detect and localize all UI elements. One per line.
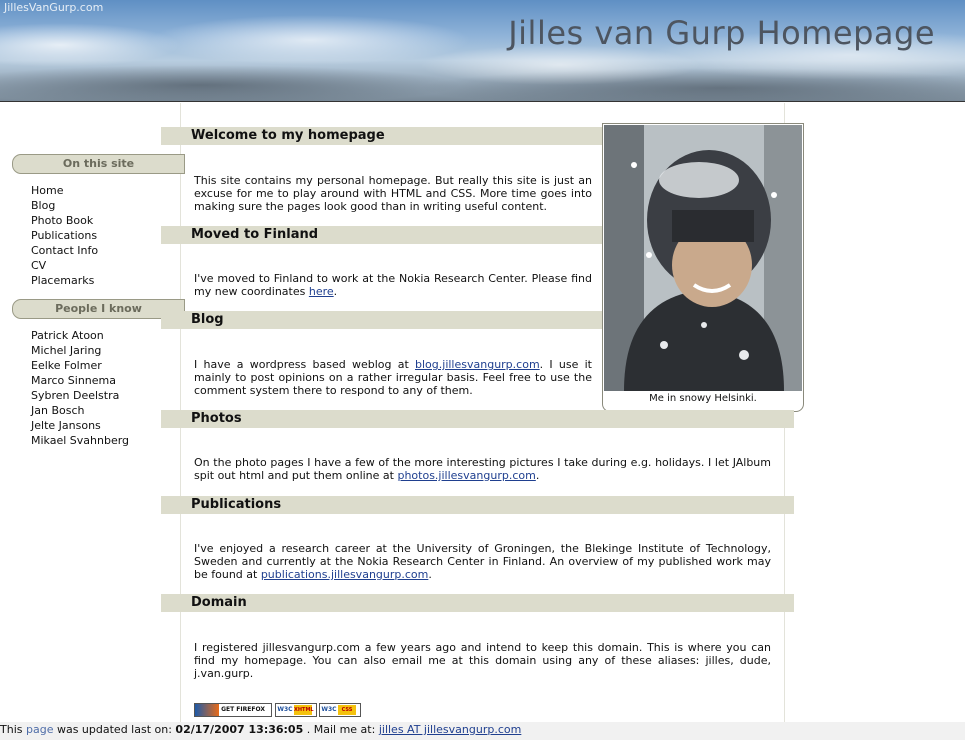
sidebar-item-contact-info[interactable]: Contact Info xyxy=(31,243,98,258)
footer-prefix: This xyxy=(0,723,26,736)
sidebar-item-blog[interactable]: Blog xyxy=(31,198,98,213)
photos-text-after: . xyxy=(535,469,540,482)
publications-link[interactable]: publications.jillesvangurp.com xyxy=(261,568,429,581)
section-text-welcome: This site contains my personal homepage.… xyxy=(194,174,592,213)
css-badge-label: CSS xyxy=(338,705,356,715)
blog-text-before: I have a wordpress based weblog at xyxy=(194,358,416,371)
footer-middle: was updated last on: xyxy=(53,723,176,736)
blog-link[interactable]: blog.jillesvangurp.com xyxy=(415,358,540,371)
finland-here-link[interactable]: here xyxy=(309,285,334,298)
sidebar-heading-people: People I know xyxy=(12,299,185,319)
section-text-blog: I have a wordpress based weblog at blog.… xyxy=(194,358,592,397)
w3c-logo-xhtml: W3C xyxy=(277,706,293,713)
footer-mail-prefix: . Mail me at: xyxy=(303,723,379,736)
sidebar-person-link[interactable]: Patrick Atoon xyxy=(31,328,129,343)
section-heading-welcome: Welcome to my homepage xyxy=(161,127,602,145)
photo-caption: Me in snowy Helsinki. xyxy=(649,393,757,404)
sidebar-person-link[interactable]: Mikael Svahnberg xyxy=(31,433,129,448)
finland-text-after: . xyxy=(333,285,338,298)
header-banner: JillesVanGurp.com Jilles van Gurp Homepa… xyxy=(0,0,965,102)
finland-text-before: I've moved to Finland to work at the Nok… xyxy=(194,272,592,298)
section-heading-publications: Publications xyxy=(161,496,794,514)
footer-page-link[interactable]: page xyxy=(26,723,53,736)
sidebar-person-link[interactable]: Jan Bosch xyxy=(31,403,129,418)
section-heading-photos: Photos xyxy=(161,410,794,428)
sidebar-item-home[interactable]: Home xyxy=(31,183,98,198)
section-text-publications: I've enjoyed a research career at the Un… xyxy=(194,542,771,581)
section-text-finland: I've moved to Finland to work at the Nok… xyxy=(194,272,592,298)
firefox-badge-label: GET FIREFOX xyxy=(221,706,265,713)
section-text-domain: I registered jillesvangurp.com a few yea… xyxy=(194,641,771,680)
sidebar-person-link[interactable]: Eelke Folmer xyxy=(31,358,129,373)
sidebar-item-placemarks[interactable]: Placemarks xyxy=(31,273,98,288)
section-heading-blog: Blog xyxy=(161,311,602,329)
firefox-icon xyxy=(195,704,219,716)
get-firefox-badge[interactable]: GET FIREFOX xyxy=(194,703,272,717)
photo-portrait-illustration xyxy=(604,125,802,391)
xhtml-badge-label: XHTML 1.0 xyxy=(294,705,314,715)
page-title: Jilles van Gurp Homepage xyxy=(508,14,935,52)
sidebar-item-publications[interactable]: Publications xyxy=(31,228,98,243)
footer-mail-link[interactable]: jilles AT jillesvangurp.com xyxy=(379,723,522,736)
sidebar-person-link[interactable]: Jelte Jansons xyxy=(31,418,129,433)
w3c-logo-css: W3C xyxy=(321,706,337,713)
sidebar-heading-site: On this site xyxy=(12,154,185,174)
sidebar-person-link[interactable]: Sybren Deelstra xyxy=(31,388,129,403)
footer: This page was updated last on: 02/17/200… xyxy=(0,722,965,740)
valid-xhtml-badge[interactable]: W3CXHTML 1.0 xyxy=(275,703,317,717)
site-tag: JillesVanGurp.com xyxy=(4,1,104,14)
section-text-photos: On the photo pages I have a few of the m… xyxy=(194,456,771,482)
profile-photo xyxy=(604,125,802,391)
section-heading-finland: Moved to Finland xyxy=(161,226,602,244)
profile-photo-frame: Me in snowy Helsinki. xyxy=(602,123,804,412)
sidebar-item-cv[interactable]: CV xyxy=(31,258,98,273)
sidebar-person-link[interactable]: Michel Jaring xyxy=(31,343,129,358)
sidebar-site-links: Home Blog Photo Book Publications Contac… xyxy=(31,183,98,288)
valid-css-badge[interactable]: W3C CSS xyxy=(319,703,361,717)
publications-text-after: . xyxy=(428,568,432,581)
sidebar-people-links: Patrick Atoon Michel Jaring Eelke Folmer… xyxy=(31,328,129,448)
footer-updated-date: 02/17/2007 13:36:05 xyxy=(175,723,304,736)
section-heading-domain: Domain xyxy=(161,594,794,612)
sidebar-person-link[interactable]: Marco Sinnema xyxy=(31,373,129,388)
sidebar-item-photo-book[interactable]: Photo Book xyxy=(31,213,98,228)
photos-link[interactable]: photos.jillesvangurp.com xyxy=(397,469,535,482)
